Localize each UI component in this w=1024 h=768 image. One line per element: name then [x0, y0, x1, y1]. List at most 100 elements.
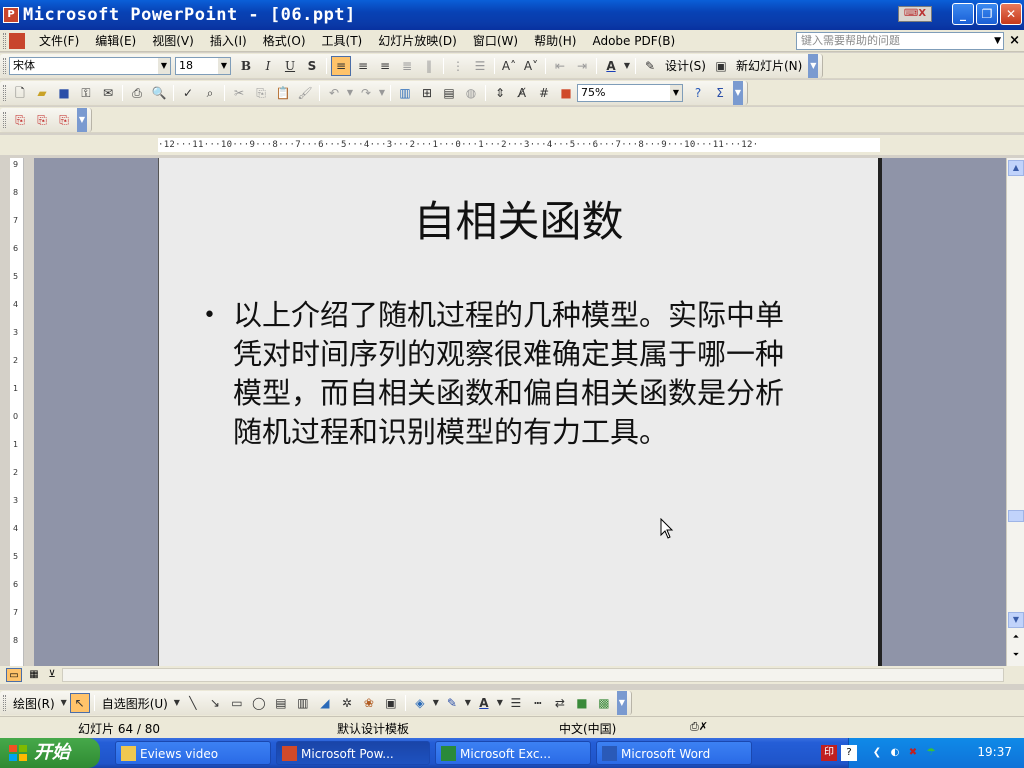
- arrow-icon[interactable]: ↘: [205, 693, 225, 713]
- copy-icon[interactable]: ⎘: [251, 83, 271, 103]
- new-document-icon[interactable]: 🗋: [10, 83, 30, 103]
- taskbar-item-word[interactable]: Microsoft Word: [596, 741, 752, 765]
- help-icon[interactable]: ?: [688, 83, 708, 103]
- show-formatting-icon[interactable]: A̸: [512, 83, 532, 103]
- slide-body-text[interactable]: • 以上介绍了随机过程的几种模型。实际中单凭对时间序列的观察很难确定其属于哪一种…: [203, 296, 803, 452]
- line-color-icon[interactable]: ✎: [442, 693, 462, 713]
- 3d-style-icon[interactable]: ▩: [594, 693, 614, 713]
- taskbar-item-excel[interactable]: Microsoft Exc...: [435, 741, 591, 765]
- print-icon[interactable]: ⎙: [127, 83, 147, 103]
- menu-file[interactable]: 文件(F): [31, 32, 87, 49]
- chevron-down-icon[interactable]: ▼: [346, 83, 354, 103]
- pdf-email-icon[interactable]: ⎘: [32, 110, 52, 130]
- toolbar-grip[interactable]: [3, 57, 6, 74]
- slide-canvas[interactable]: 自相关函数 • 以上介绍了随机过程的几种模型。实际中单凭对时间序列的观察很难确定…: [158, 158, 882, 666]
- line-style-icon[interactable]: ☰: [506, 693, 526, 713]
- font-name-select[interactable]: 宋体 ▼: [9, 56, 171, 75]
- chevron-down-icon[interactable]: ▼: [994, 33, 1001, 49]
- increase-font-icon[interactable]: A˄: [499, 56, 519, 76]
- shadow-style-icon[interactable]: ■: [572, 693, 592, 713]
- numbering-icon[interactable]: ⋮: [448, 56, 468, 76]
- permission-icon[interactable]: ⚿: [76, 83, 96, 103]
- chevron-down-icon[interactable]: ▼: [623, 56, 631, 76]
- document-close-icon[interactable]: ×: [1009, 33, 1020, 48]
- italic-button[interactable]: I: [258, 56, 278, 76]
- antivirus-icon[interactable]: ☂: [923, 745, 939, 761]
- slideshow-view-icon[interactable]: ⊻: [44, 668, 60, 682]
- bullets-icon[interactable]: ☰: [470, 56, 490, 76]
- align-center-icon[interactable]: ≡: [353, 56, 373, 76]
- horizontal-scrollbar[interactable]: [62, 668, 1004, 682]
- chevron-down-icon[interactable]: ▼: [173, 693, 181, 713]
- oval-icon[interactable]: ◯: [249, 693, 269, 713]
- zoom-select[interactable]: 75% ▼: [577, 83, 683, 102]
- underline-button[interactable]: U: [280, 56, 300, 76]
- font-size-select[interactable]: 18 ▼: [175, 56, 231, 75]
- start-button[interactable]: 开始: [0, 738, 100, 768]
- insert-chart-icon[interactable]: ▥: [395, 83, 415, 103]
- arrow-style-icon[interactable]: ⇄: [550, 693, 570, 713]
- toolbar-options-icon[interactable]: ▼: [808, 53, 819, 78]
- previous-slide-icon[interactable]: ⏶: [1008, 630, 1024, 646]
- justify-icon[interactable]: ≣: [397, 56, 417, 76]
- convert-pdf-icon[interactable]: ⎘: [10, 110, 30, 130]
- design-icon[interactable]: ✎: [640, 56, 660, 76]
- document-icon[interactable]: [9, 32, 25, 49]
- menu-edit[interactable]: 编辑(E): [87, 32, 144, 49]
- align-left-icon[interactable]: ≡: [331, 55, 351, 76]
- bold-button[interactable]: B: [236, 56, 256, 76]
- menu-help[interactable]: 帮助(H): [526, 32, 584, 49]
- clock[interactable]: 19:37: [977, 745, 1012, 759]
- redo-icon[interactable]: ↷: [356, 83, 376, 103]
- picture-icon[interactable]: ▣: [381, 693, 401, 713]
- menu-adobe-pdf[interactable]: Adobe PDF(B): [584, 34, 683, 48]
- font-color-icon[interactable]: A: [474, 693, 494, 713]
- scroll-down-icon[interactable]: ▼: [1008, 612, 1024, 628]
- diagram-icon[interactable]: ✲: [337, 693, 357, 713]
- increase-indent-icon[interactable]: ⇥: [572, 56, 592, 76]
- scroll-up-icon[interactable]: ▲: [1008, 160, 1024, 176]
- chevron-down-icon[interactable]: ▼: [158, 57, 170, 74]
- spelling-icon[interactable]: ✓: [178, 83, 198, 103]
- expand-all-icon[interactable]: ⇕: [490, 83, 510, 103]
- toolbar-options-icon[interactable]: ▼: [77, 107, 87, 132]
- rectangle-icon[interactable]: ▭: [227, 693, 247, 713]
- minimize-button[interactable]: _: [952, 3, 974, 25]
- toolbar-options-icon[interactable]: ▼: [616, 691, 627, 715]
- menu-insert[interactable]: 插入(I): [202, 32, 255, 49]
- open-folder-icon[interactable]: ▰: [32, 83, 52, 103]
- paste-icon[interactable]: 📋: [273, 83, 293, 103]
- autoshapes-button[interactable]: 自选图形(U): [98, 695, 172, 712]
- new-slide-icon[interactable]: ▣: [711, 56, 731, 76]
- undo-icon[interactable]: ↶: [324, 83, 344, 103]
- new-slide-button[interactable]: 新幻灯片(N): [732, 57, 806, 74]
- security-icon[interactable]: ✖: [905, 745, 921, 761]
- toolbar-grip[interactable]: [3, 84, 6, 101]
- chevron-down-icon[interactable]: ▼: [432, 693, 440, 713]
- help-search-input[interactable]: 键入需要帮助的问题 ▼: [796, 32, 1004, 50]
- menu-format[interactable]: 格式(O): [255, 32, 314, 49]
- draw-menu-button[interactable]: 绘图(R): [9, 695, 59, 712]
- powerpoint-app-icon[interactable]: P: [3, 7, 19, 23]
- vertical-scrollbar[interactable]: ▲ ▼ ⏶ ⏷: [1006, 158, 1024, 666]
- close-button[interactable]: ✕: [1000, 3, 1022, 25]
- wordart-icon[interactable]: ◢: [315, 693, 335, 713]
- tables-borders-icon[interactable]: ▤: [439, 83, 459, 103]
- show-hidden-icons-icon[interactable]: ❮: [869, 745, 885, 761]
- toolbar-grip[interactable]: [3, 695, 6, 711]
- font-color-icon[interactable]: A: [601, 56, 621, 76]
- toolbar-grip[interactable]: [3, 111, 6, 128]
- decrease-font-icon[interactable]: A˅: [521, 56, 541, 76]
- ime-indicator-icon[interactable]: ⌨X: [898, 6, 932, 22]
- restore-button[interactable]: ❐: [976, 3, 998, 25]
- slide-title[interactable]: 自相关函数: [159, 188, 878, 249]
- taskbar-item-eviews[interactable]: Eviews video: [115, 741, 271, 765]
- clipart-icon[interactable]: ❀: [359, 693, 379, 713]
- align-right-icon[interactable]: ≡: [375, 56, 395, 76]
- network-icon[interactable]: ◐: [887, 745, 903, 761]
- chevron-down-icon[interactable]: ▼: [670, 84, 682, 101]
- next-slide-icon[interactable]: ⏷: [1008, 648, 1024, 664]
- design-button[interactable]: 设计(S): [661, 57, 710, 74]
- menu-tools[interactable]: 工具(T): [314, 32, 371, 49]
- insert-picture-icon[interactable]: ◍: [461, 83, 481, 103]
